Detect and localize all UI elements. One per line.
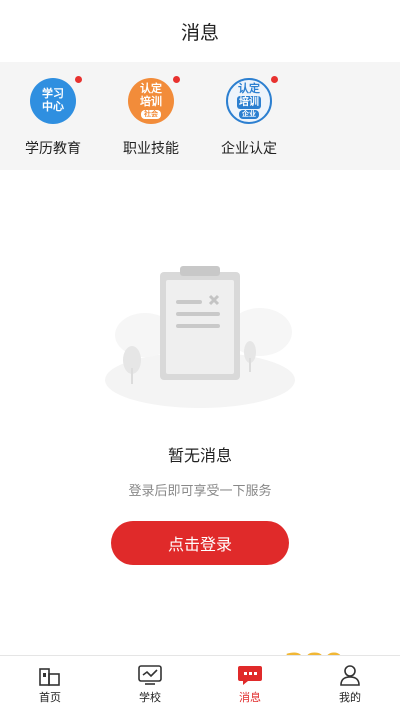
- login-button[interactable]: 点击登录: [111, 521, 289, 565]
- empty-title: 暂无消息: [167, 448, 232, 465]
- page-title: 消息: [180, 22, 219, 44]
- notification-dot: [75, 76, 82, 83]
- header: 消息: [0, 0, 400, 62]
- category-vocational-skills[interactable]: 认定 培训 社会 职业技能: [102, 62, 200, 170]
- icon-text-line: 认定: [238, 83, 260, 95]
- profile-icon: [340, 664, 360, 686]
- tab-label: 我的: [339, 691, 361, 704]
- empty-clipboard-illustration: [105, 266, 295, 408]
- category-label: 职业技能: [123, 140, 179, 156]
- icon-text-line: 培训: [237, 96, 261, 109]
- icon-text-line: 培训: [140, 96, 162, 108]
- category-label: 企业认定: [221, 140, 277, 156]
- icon-text-line: 中心: [42, 101, 64, 113]
- icon-sub-text: 企业: [239, 110, 259, 119]
- certified-training-enterprise-icon: 认定 培训 企业: [224, 76, 278, 126]
- category-bar: 学习 中心 学历教育 认定 培训 社会 职业技能 认定 培训 企业 企业认定: [0, 62, 400, 170]
- tab-label: 首页: [39, 691, 61, 704]
- icon-text-line: 学习: [42, 88, 64, 100]
- bottom-tab-bar: 首页 学校 消息 我的: [0, 655, 400, 711]
- empty-state: 暂无消息 登录后即可享受一下服务 点击登录: [0, 170, 400, 565]
- category-enterprise-certification[interactable]: 认定 培训 企业 企业认定: [200, 62, 298, 170]
- category-label: 学历教育: [25, 140, 81, 156]
- empty-subtitle: 登录后即可享受一下服务: [128, 483, 272, 498]
- certified-training-social-icon: 认定 培训 社会: [126, 76, 180, 126]
- icon-text-line: 认定: [140, 83, 162, 95]
- category-education[interactable]: 学习 中心 学历教育: [4, 62, 102, 170]
- tab-home[interactable]: 首页: [0, 656, 100, 711]
- message-icon: [238, 665, 262, 685]
- tab-school[interactable]: 学校: [100, 656, 200, 711]
- icon-sub-text: 社会: [141, 110, 161, 119]
- home-icon: [39, 667, 60, 686]
- study-center-icon: 学习 中心: [28, 76, 82, 126]
- tab-label: 学校: [139, 691, 161, 704]
- tab-message[interactable]: 消息: [200, 656, 300, 711]
- tab-profile[interactable]: 我的: [300, 656, 400, 711]
- tab-label: 消息: [239, 691, 261, 704]
- notification-dot: [271, 76, 278, 83]
- notification-dot: [173, 76, 180, 83]
- school-icon: [138, 664, 162, 685]
